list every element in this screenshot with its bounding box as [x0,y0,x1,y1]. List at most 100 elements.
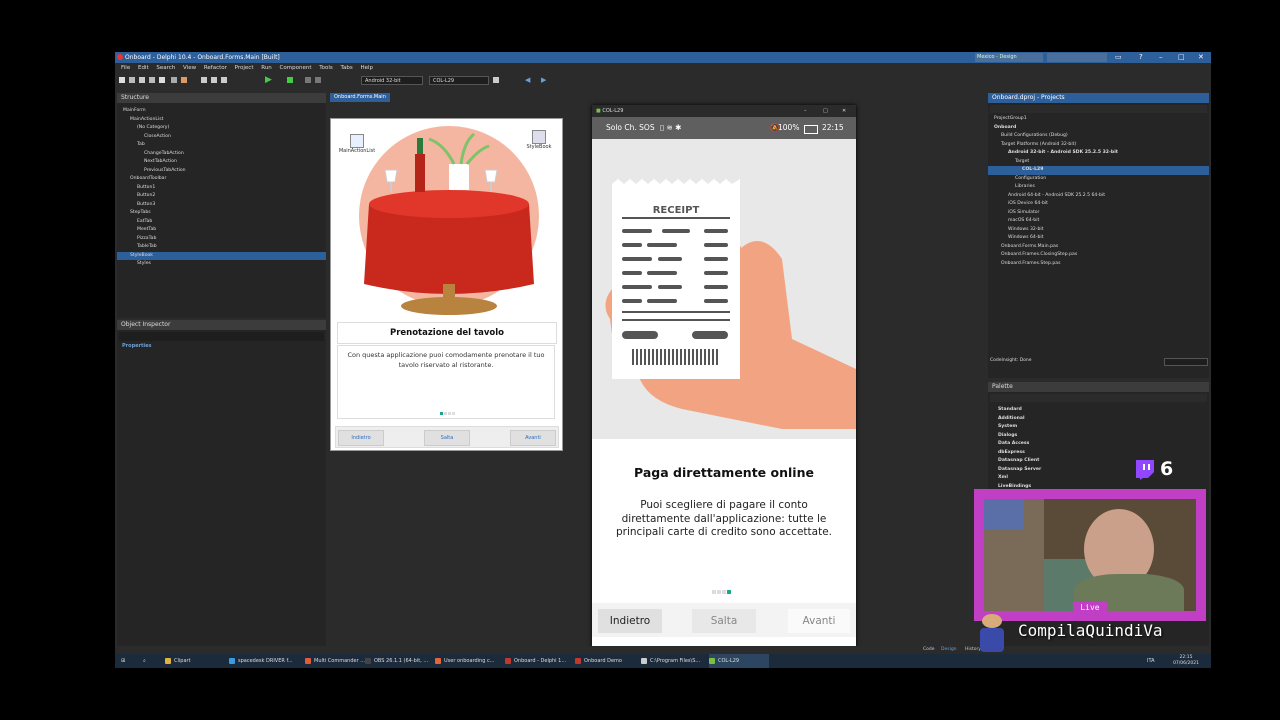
taskbar-app[interactable]: Onboard - Delphi 1... [505,654,571,668]
forward-nav-icon[interactable]: ▶ [541,76,546,84]
project-item[interactable]: Android 32-bit - Android SDK 25.2.5 32-b… [988,149,1209,158]
minimize-icon[interactable]: – [1159,52,1163,63]
target-device-combo[interactable]: COL-L29 [429,76,489,85]
taskbar-app[interactable]: OBS 26.1.1 (64-bit, ... [365,654,429,668]
form-next-button[interactable]: Avanti [510,430,556,446]
designed-form[interactable]: MainActionList StyleBook Prenotazione de… [330,118,563,451]
structure-item[interactable]: Button3 [117,201,326,210]
layout-combo[interactable]: Mexico - Design [975,53,1043,62]
structure-item[interactable]: Styles [117,260,326,269]
project-item[interactable]: Windows 64-bit [988,234,1209,243]
menu-file[interactable]: File [121,65,130,71]
palette-category[interactable]: Datasnap Server [988,466,1209,475]
run-without-debug-icon[interactable] [287,77,293,83]
form-back-button[interactable]: Indietro [338,430,384,446]
toggle-form-icon[interactable] [201,77,207,83]
close-icon[interactable]: ✕ [1198,52,1204,63]
structure-item[interactable]: TableTab [117,243,326,252]
structure-item[interactable]: StyleBook [117,251,326,260]
skip-button[interactable]: Salta [692,609,756,633]
back-button[interactable]: Indietro [598,609,662,633]
project-item[interactable]: ProjectGroup1 [988,115,1209,124]
palette-category[interactable]: Additional [988,415,1209,424]
palette-category[interactable]: Xml [988,474,1209,483]
project-item[interactable]: Libraries [988,183,1209,192]
maximize-icon[interactable]: □ [1178,52,1185,63]
palette-category[interactable]: Standard [988,406,1209,415]
structure-item[interactable]: NextTabAction [117,158,326,167]
structure-item[interactable]: EatTab [117,218,326,227]
structure-item[interactable]: MainForm [117,107,326,116]
search-box[interactable] [1047,53,1107,62]
project-item[interactable]: Target Platforms (Android 32-bit) [988,141,1209,150]
project-item[interactable]: Onboard [988,124,1209,133]
structure-item[interactable]: Tab [117,141,326,150]
structure-item[interactable]: CloseAction [117,133,326,142]
taskbar-app[interactable]: Clipart [165,654,225,668]
menu-search[interactable]: Search [156,65,175,71]
code-tab[interactable]: Code [923,646,935,654]
menu-run[interactable]: Run [261,65,272,71]
project-item[interactable]: iOS Device 64-bit [988,200,1209,209]
menu-view[interactable]: View [183,65,196,71]
form-skip-button[interactable]: Salta [424,430,470,446]
pause-icon[interactable] [305,77,311,83]
menu-component[interactable]: Component [280,65,312,71]
project-item[interactable]: COL-L29 [988,166,1209,175]
structure-item[interactable]: PreviousTabAction [117,167,326,176]
device-close-icon[interactable]: ✕ [842,105,846,117]
menu-refactor[interactable]: Refactor [204,65,227,71]
main-action-list-component[interactable]: MainActionList [337,134,377,154]
project-item[interactable]: macOS 64-bit [988,217,1209,226]
palette-category[interactable]: Data Access [988,440,1209,449]
layout-icon[interactable]: ▭ [1115,52,1122,63]
menu-help[interactable]: Help [360,65,373,71]
project-item[interactable]: Windows 32-bit [988,226,1209,235]
palette-category[interactable]: System [988,423,1209,432]
taskbar-clock[interactable]: 22:15 07/06/2021 [1173,655,1199,667]
device-minimize-icon[interactable]: – [804,105,807,117]
project-item[interactable]: Onboard.Forms.Main.pas [988,243,1209,252]
target-platform-combo[interactable]: Android 32-bit [361,76,423,85]
device-manager-icon[interactable] [493,77,499,83]
design-tab[interactable]: Design [941,646,957,654]
next-button[interactable]: Avanti [788,609,850,633]
project-item[interactable]: Onboard.Frames.ClosingStep.pas [988,251,1209,260]
taskbar-app[interactable]: Onboard Demo [575,654,637,668]
save-all-icon[interactable] [149,77,155,83]
help-icon[interactable]: ? [1139,52,1143,63]
open-icon[interactable] [129,77,135,83]
device-maximize-icon[interactable]: □ [823,105,828,117]
palette-search[interactable] [990,394,1207,402]
tab-onboard-forms-main[interactable]: Onboard.Forms.Main [330,93,390,102]
taskbar-app[interactable]: Multi Commander ... [305,654,365,668]
run-icon[interactable]: ▶ [265,75,272,85]
structure-item[interactable]: PizzaTab [117,235,326,244]
taskbar-app[interactable]: spacedesk DRIVER f... [229,654,301,668]
palette-category[interactable]: dbExpress [988,449,1209,458]
stop-icon[interactable] [315,77,321,83]
stylebook-component[interactable]: StyleBook [519,130,559,150]
back-nav-icon[interactable]: ◀ [525,76,530,84]
structure-item[interactable]: MeetTab [117,226,326,235]
menu-project[interactable]: Project [235,65,254,71]
project-item[interactable]: Android 64-bit - Android SDK 25.2.5 64-b… [988,192,1209,201]
structure-item[interactable]: StepTabs [117,209,326,218]
project-item[interactable]: Target [988,158,1209,167]
palette-category[interactable]: Datasnap Client [988,457,1209,466]
properties-tab[interactable]: Properties [122,343,151,349]
view-unit-icon[interactable] [211,77,217,83]
save-icon[interactable] [139,77,145,83]
structure-item[interactable]: (No Category) [117,124,326,133]
structure-item[interactable]: ChangeTabAction [117,150,326,159]
taskbar-app[interactable]: C:\Program Files\S... [641,654,705,668]
structure-item[interactable]: OnboardToolbar [117,175,326,184]
structure-item[interactable]: MainActionList [117,116,326,125]
project-item[interactable]: iOS Simulator [988,209,1209,218]
menu-tabs[interactable]: Tabs [341,65,353,71]
menu-edit[interactable]: Edit [138,65,149,71]
palette-category[interactable]: Dialogs [988,432,1209,441]
structure-item[interactable]: Button2 [117,192,326,201]
taskbar-app[interactable]: COL-L29 [709,654,769,668]
menu-tools[interactable]: Tools [319,65,333,71]
